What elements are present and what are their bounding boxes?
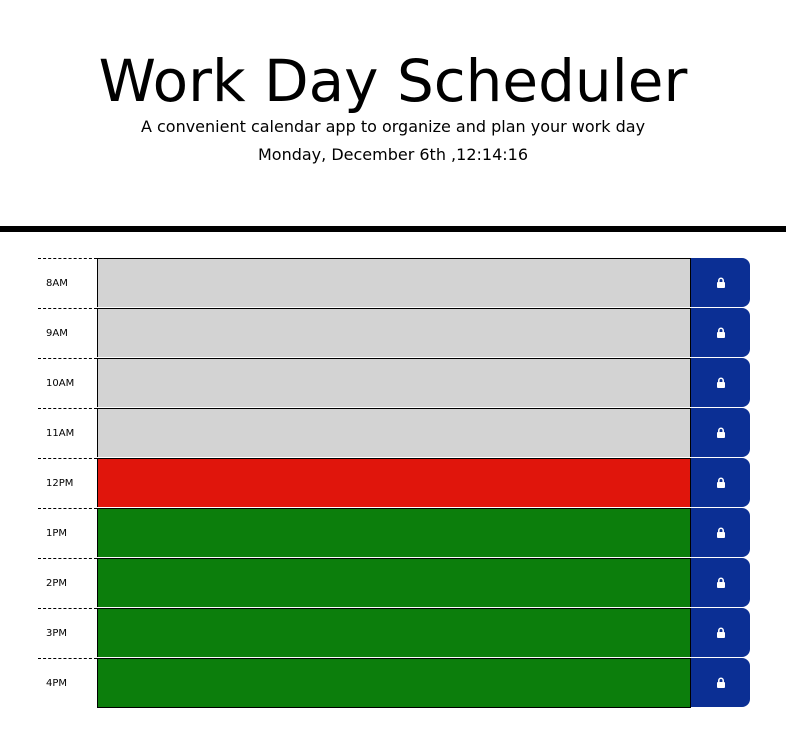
- event-textarea[interactable]: [97, 608, 691, 657]
- save-button[interactable]: [691, 558, 750, 607]
- save-button[interactable]: [691, 658, 750, 707]
- hour-label: 4PM: [38, 658, 97, 708]
- save-button[interactable]: [691, 358, 750, 407]
- time-block-10am: 10AM: [38, 358, 750, 408]
- lock-icon: [716, 277, 725, 288]
- event-textarea[interactable]: [97, 558, 691, 607]
- save-button[interactable]: [691, 308, 750, 357]
- hour-label: 3PM: [38, 608, 97, 658]
- time-block-11am: 11AM: [38, 408, 750, 458]
- event-textarea[interactable]: [97, 658, 691, 708]
- event-textarea[interactable]: [97, 408, 691, 457]
- hour-label: 10AM: [38, 358, 97, 408]
- lock-icon: [716, 577, 725, 588]
- save-button[interactable]: [691, 458, 750, 507]
- save-button[interactable]: [691, 258, 750, 307]
- time-block-1pm: 1PM: [38, 508, 750, 558]
- header: Work Day Scheduler A convenient calendar…: [0, 0, 786, 226]
- event-textarea[interactable]: [97, 508, 691, 557]
- event-textarea[interactable]: [97, 458, 691, 507]
- time-block-4pm: 4PM: [38, 658, 750, 708]
- event-textarea[interactable]: [97, 258, 691, 307]
- time-block-8am: 8AM: [38, 258, 750, 308]
- lock-icon: [716, 527, 725, 538]
- lock-icon: [716, 377, 725, 388]
- time-block-12pm: 12PM: [38, 458, 750, 508]
- lock-icon: [716, 427, 725, 438]
- save-button[interactable]: [691, 608, 750, 657]
- page-subtitle: A convenient calendar app to organize an…: [140, 117, 646, 136]
- hour-label: 1PM: [38, 508, 97, 558]
- hour-label: 12PM: [38, 458, 97, 508]
- hour-label: 2PM: [38, 558, 97, 608]
- current-date: Monday, December 6th ,12:14:16: [257, 145, 528, 164]
- lock-icon: [716, 677, 725, 688]
- time-block-3pm: 3PM: [38, 608, 750, 658]
- lock-icon: [716, 627, 725, 638]
- page-title: Work Day Scheduler: [98, 47, 688, 115]
- event-textarea[interactable]: [97, 308, 691, 357]
- time-block-9am: 9AM: [38, 308, 750, 358]
- header-divider: [0, 226, 786, 232]
- hour-label: 11AM: [38, 408, 97, 458]
- time-block-2pm: 2PM: [38, 558, 750, 608]
- hour-label: 9AM: [38, 308, 97, 358]
- save-button[interactable]: [691, 508, 750, 557]
- save-button[interactable]: [691, 408, 750, 457]
- hour-label: 8AM: [38, 258, 97, 308]
- event-textarea[interactable]: [97, 358, 691, 407]
- schedule: 8AM 9AM 10AM 11AM 12PM 1PM 2PM 3PM 4PM: [38, 258, 750, 708]
- lock-icon: [716, 477, 725, 488]
- lock-icon: [716, 327, 725, 338]
